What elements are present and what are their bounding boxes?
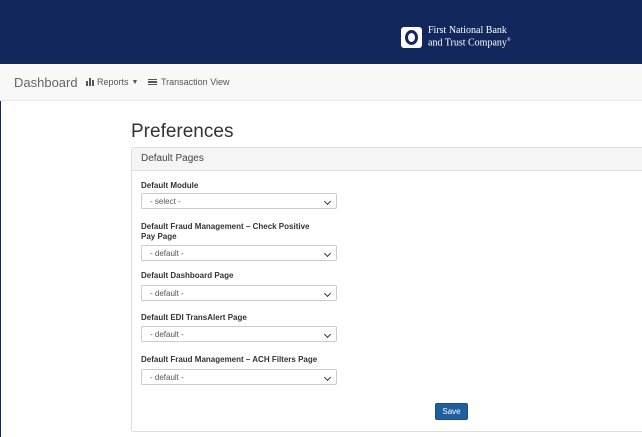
panel-heading: Default Pages [132,148,642,171]
default-module-value: - select - [150,197,181,206]
chevron-down-icon [323,330,332,339]
left-border [0,101,1,437]
default-pages-panel: Default Pages Default Module - select - … [131,147,642,432]
brand-name: First National Bank and Trust Company® [428,24,511,49]
default-module-label: Default Module [141,181,199,190]
brand-logo[interactable]: First National Bank and Trust Company® [401,25,511,49]
default-check-positive-pay-label: Default Fraud Management – Check Positiv… [141,222,310,241]
bar-chart-icon [86,78,94,86]
default-module-select[interactable]: - select - [141,193,337,209]
list-icon [148,78,157,86]
chevron-down-icon [323,289,332,298]
nav-transaction-label: Transaction View [161,77,230,87]
nav-dashboard[interactable]: Dashboard [14,64,78,100]
default-check-positive-pay-value: - default - [150,249,184,258]
default-dashboard-page-label: Default Dashboard Page [141,271,234,280]
default-edi-transalert-value: - default - [150,330,184,339]
default-ach-filters-value: - default - [150,373,184,382]
chevron-down-icon [323,373,332,382]
main-navbar: Dashboard Reports ▼ Transaction View [0,64,642,101]
default-ach-filters-select[interactable]: - default - [141,369,337,385]
caret-down-icon: ▼ [131,78,139,86]
default-dashboard-page-select[interactable]: - default - [141,285,337,301]
page-title: Preferences [131,121,234,142]
default-dashboard-page-value: - default - [150,289,184,298]
default-edi-transalert-label: Default EDI TransAlert Page [141,313,247,322]
nav-reports-label: Reports [97,77,129,87]
chevron-down-icon [323,249,332,258]
nav-reports-dropdown[interactable]: Reports ▼ [86,64,138,100]
nav-transaction-view[interactable]: Transaction View [148,64,230,100]
top-header: First National Bank and Trust Company® [0,0,642,64]
default-ach-filters-label: Default Fraud Management – ACH Filters P… [141,355,318,364]
default-edi-transalert-select[interactable]: - default - [141,326,337,342]
save-button[interactable]: Save [435,403,468,420]
brand-line-1: First National Bank [428,24,507,36]
bank-logo-icon [401,26,422,48]
brand-line-2: and Trust Company® [428,37,511,49]
default-check-positive-pay-select[interactable]: - default - [141,245,337,261]
chevron-down-icon [323,197,332,206]
